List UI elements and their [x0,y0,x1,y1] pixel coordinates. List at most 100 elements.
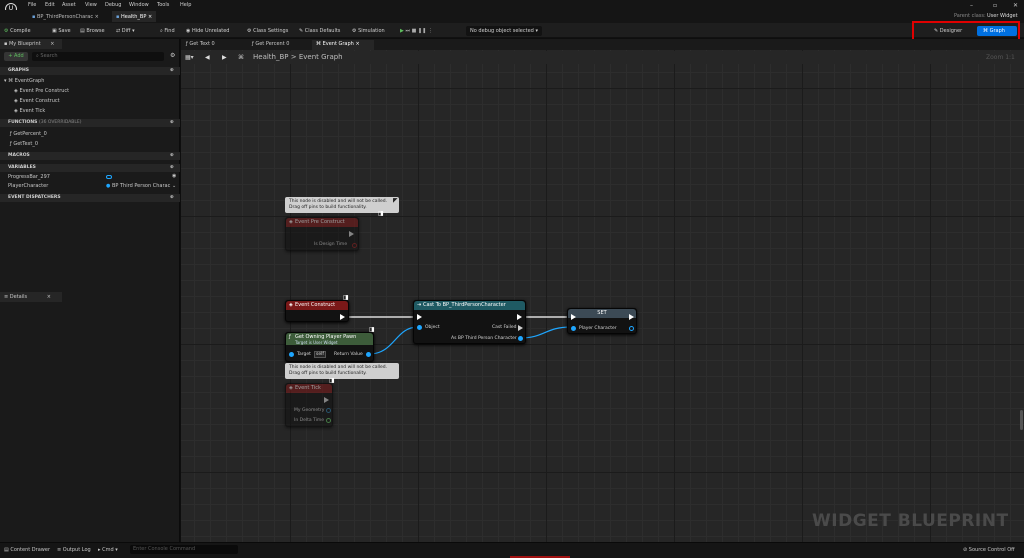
target-pin[interactable] [289,352,294,357]
add-macro-icon[interactable]: ⊕ [170,152,174,160]
player-character-out-pin[interactable] [629,326,634,331]
player-character-pin[interactable] [571,326,576,331]
self-value[interactable]: self [314,351,326,358]
menu-debug[interactable]: Debug [105,2,121,8]
variables-header[interactable]: VARIABLES ⊕ [0,164,180,172]
pause-icon[interactable]: ❚❚ [418,28,426,34]
hide-unrelated-button[interactable]: ◉ Hide Unrelated [186,26,229,36]
tree-item-eventgraph[interactable]: ▾ ⌘ EventGraph [4,78,44,84]
geometry-pin[interactable] [326,408,331,413]
exec-out-pin[interactable] [629,314,634,320]
graph-button[interactable]: ⌘ Graph [977,26,1017,36]
breadcrumb-root[interactable]: Health_BP [253,53,289,61]
as-character-pin[interactable] [518,336,523,341]
delta-pin[interactable] [326,418,331,423]
exec-in-pin[interactable] [417,314,422,320]
add-dispatcher-icon[interactable]: ⊕ [170,194,174,202]
close-tab-icon[interactable]: × [148,14,152,20]
menu-window[interactable]: Window [129,2,149,8]
macros-header[interactable]: MACROS ⊕ [0,152,180,160]
minimize-icon[interactable]: – [970,2,973,9]
graph-options-icon[interactable]: ▦▾ [185,54,194,61]
close-tab-icon[interactable]: × [355,41,359,47]
class-settings-button[interactable]: ⚙ Class Settings [247,26,288,36]
close-icon[interactable]: ✕ [1013,2,1018,9]
close-tab-icon[interactable]: × [47,294,51,300]
exec-out-pin[interactable] [340,314,345,320]
content-drawer-button[interactable]: ▤ Content Drawer [4,547,50,553]
graph-editor[interactable] [181,39,1024,542]
step-icon[interactable]: ⏭ [405,28,410,34]
graph-scrollbar[interactable] [1020,410,1023,430]
graph-tab-get-text[interactable]: ƒ Get Text 0 [186,41,215,47]
exec-in-pin[interactable] [571,314,576,320]
graphs-header[interactable]: GRAPHS ⊕ [0,67,180,75]
event-pre-construct-node[interactable]: ◈ Event Pre Construct Is Design Time [285,217,359,251]
event-dispatchers-header[interactable]: EVENT DISPATCHERS ⊕ [0,194,180,202]
parent-class-value[interactable]: User Widget [987,13,1018,19]
visibility-eye-icon[interactable]: ◉ [172,173,176,179]
close-tab-icon[interactable]: × [50,41,54,47]
menu-edit[interactable]: Edit [45,2,55,8]
stop-icon[interactable]: ■ [412,28,417,34]
set-player-character-node[interactable]: SET Player Character [567,308,637,334]
event-tick-node[interactable]: ◈ Event Tick My Geometry In Delta Time [285,383,333,427]
graph-tab-event-graph[interactable]: ⌘ Event Graph × [312,40,374,50]
variable-item[interactable]: ProgressBar_297 [8,174,50,180]
details-tab[interactable]: ≡ Details × [0,292,62,302]
functions-header[interactable]: FUNCTIONS (36 OVERRIDABLE) ⊕ [0,119,180,127]
source-control-button[interactable]: ⊘ Source Control Off [963,547,1015,553]
my-blueprint-tab[interactable]: ▪ My Blueprint × [0,39,62,49]
browse-button[interactable]: ▤ Browse [80,26,105,36]
variable-item[interactable]: PlayerCharacter [8,183,48,189]
designer-button[interactable]: ✎ Designer [934,26,962,36]
save-button[interactable]: ▣ Save [52,26,71,36]
debug-object-select[interactable]: No debug object selected ▾ [466,26,542,36]
forward-arrow-icon[interactable]: ▶ [222,54,227,61]
tree-item-event-pre-construct[interactable]: ◈ Event Pre Construct [14,88,69,94]
cast-to-bp-third-person-character-node[interactable]: ⇥ Cast To BP_ThirdPersonCharacter Object … [413,300,526,344]
variable-type-select[interactable]: ● BP Third Person Charac ⌄ [106,183,176,189]
add-function-icon[interactable]: ⊕ [170,119,174,127]
maximize-icon[interactable]: ▫ [993,2,997,9]
add-button[interactable]: + Add [4,52,28,61]
back-arrow-icon[interactable]: ◀ [205,54,210,61]
get-owning-player-pawn-node[interactable]: ƒ Get Owning Player Pawn Target is User Wi… [285,332,374,362]
output-log-button[interactable]: ≡ Output Log [57,547,91,553]
add-variable-icon[interactable]: ⊕ [170,164,174,172]
function-item[interactable]: ƒ GetPercent_0 [10,131,47,137]
simulation-button[interactable]: ⚙ Simulation [352,26,385,36]
object-pin[interactable] [417,325,422,330]
settings-icon[interactable]: ⚙ [170,52,175,59]
disabled-node-comment[interactable]: This node is disabled and will not be ca… [285,363,399,379]
close-tab-icon[interactable]: × [95,14,99,20]
tab-health-bp[interactable]: ▪ Health_BP × [112,11,157,22]
exec-out-pin[interactable] [517,314,522,320]
tab-bp-third-person[interactable]: ▪ BP_ThirdPersonCharac × [28,11,103,22]
cmd-select[interactable]: ▸ Cmd ▾ [98,547,118,553]
add-graph-icon[interactable]: ⊕ [170,67,174,75]
bool-pin[interactable] [352,243,357,248]
find-button[interactable]: ⌕ Find [160,26,175,36]
menu-tools[interactable]: Tools [157,2,169,8]
tree-item-event-tick[interactable]: ◈ Event Tick [14,108,45,114]
menu-help[interactable]: Help [180,2,191,8]
graph-tab-get-percent[interactable]: ƒ Get Percent 0 [252,41,289,47]
search-input[interactable]: ⌕ Search [32,52,164,61]
console-input[interactable]: Enter Console Command [130,545,238,554]
menu-asset[interactable]: Asset [62,2,76,8]
compile-button[interactable]: ⚙ Compile [4,26,31,36]
options-icon[interactable]: ⋮ [428,28,433,34]
diff-button[interactable]: ⇄ Diff ▾ [116,26,135,36]
return-value-pin[interactable] [366,352,371,357]
exec-out-pin[interactable] [349,231,354,237]
play-icon[interactable]: ▶ [400,28,404,34]
menu-file[interactable]: File [28,2,36,8]
exec-out-pin[interactable] [324,397,329,403]
menu-view[interactable]: View [85,2,97,8]
tree-item-event-construct[interactable]: ◈ Event Construct [14,98,60,104]
class-defaults-button[interactable]: ✎ Class Defaults [299,26,340,36]
cast-failed-pin[interactable] [518,325,523,331]
function-item[interactable]: ƒ GetText_0 [10,141,38,147]
event-construct-node[interactable]: ◈ Event Construct [285,300,349,322]
